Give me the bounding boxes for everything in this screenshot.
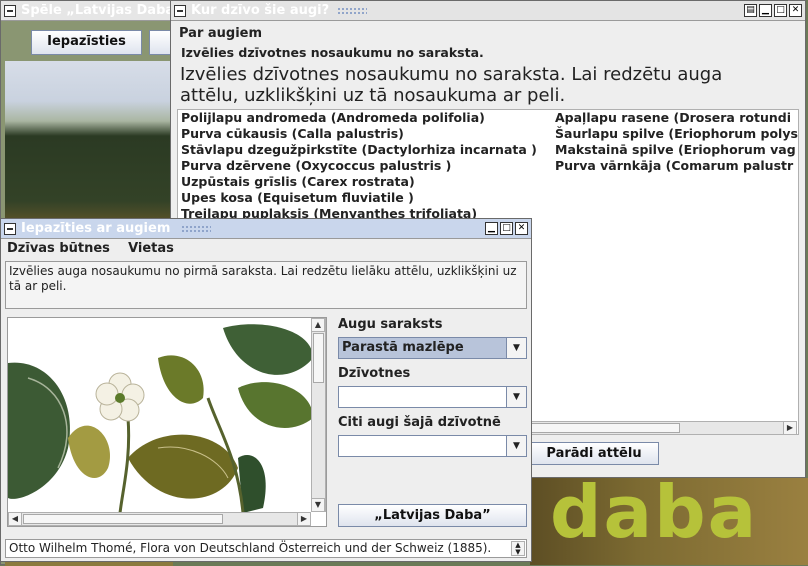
- flower-icon: [95, 372, 145, 422]
- list-item[interactable]: Purva cūkausis (Calla palustris): [181, 126, 537, 142]
- list-item[interactable]: Upes kosa (Equisetum fluviatile ): [181, 190, 537, 206]
- h-scroll-thumb[interactable]: [530, 423, 680, 433]
- v-scroll-thumb[interactable]: [313, 333, 324, 383]
- chevron-down-icon[interactable]: ▼: [506, 436, 526, 456]
- chevron-down-icon[interactable]: ▼: [506, 338, 526, 358]
- list-item[interactable]: Apaļlapu rasene (Drosera rotundi: [555, 110, 799, 126]
- plant-list-label: Augu saraksts: [338, 317, 443, 332]
- caption-spinner-icon[interactable]: ▲ ▼: [511, 541, 525, 556]
- game-window-title: Spēle „Latvijas Daba": [21, 3, 181, 18]
- maximize-icon[interactable]: □: [774, 4, 787, 17]
- list-item[interactable]: Polijlapu andromeda (Andromeda polifolia…: [181, 110, 537, 126]
- list-item[interactable]: Makstainā spilve (Eriophorum vag: [555, 142, 799, 158]
- image-h-scrollbar[interactable]: ◀ ▶: [8, 512, 311, 526]
- hint-small: Izvēlies dzīvotnes nosaukumu no saraksta…: [181, 45, 484, 60]
- plants-menubar: Dzīvas būtnes Vietas: [1, 240, 531, 258]
- scroll-right-arrow-icon[interactable]: ▶: [297, 512, 311, 526]
- menu-dzivas-butnes[interactable]: Dzīvas būtnes: [7, 240, 110, 258]
- habitat-titlebar: Kur dzīvo šie augi? ▤ ▁ □ ✕: [171, 1, 805, 21]
- habitat-window-title: Kur dzīvo šie augi?: [191, 3, 330, 18]
- habitat-h-scrollbar[interactable]: ▶: [529, 421, 797, 435]
- caption-bar: Otto Wilhelm Thomé, Flora von Deutschlan…: [5, 539, 527, 558]
- instruction-box: Izvēlies auga nosaukumu no pirmā sarakst…: [5, 261, 527, 309]
- close-icon[interactable]: ✕: [789, 4, 802, 17]
- scroll-right-arrow-icon[interactable]: ▶: [783, 421, 797, 435]
- window-menu-icon[interactable]: [4, 5, 16, 17]
- maximize-icon[interactable]: □: [500, 222, 513, 235]
- window-menu-icon[interactable]: [174, 5, 186, 17]
- other-plants-combo[interactable]: ▼: [338, 435, 527, 457]
- minimize-icon[interactable]: ▁: [485, 222, 498, 235]
- list-item[interactable]: Uzpūstais grīslis (Carex rostrata): [181, 174, 537, 190]
- scroll-down-arrow-icon[interactable]: ▼: [311, 498, 325, 512]
- close-icon[interactable]: ✕: [515, 222, 528, 235]
- latvijas-daba-wordmark: daba: [530, 470, 808, 565]
- menu-vietas[interactable]: Vietas: [128, 240, 174, 258]
- habitat-label: Dzīvotnes: [338, 366, 411, 381]
- tab-par-augiem[interactable]: Par augiem: [179, 26, 262, 41]
- window-menu-icon[interactable]: [4, 223, 16, 235]
- show-image-button[interactable]: Parādi attēlu: [529, 442, 659, 465]
- plant-list-column-2: Apaļlapu rasene (Drosera rotundi Šaurlap…: [555, 110, 799, 174]
- plant-list-combo[interactable]: Parastā mazlēpe ▼: [338, 337, 527, 359]
- latvijas-daba-button[interactable]: „Latvijas Daba”: [338, 504, 527, 527]
- list-item[interactable]: Stāvlapu dzegužpirkstīte (Dactylorhiza i…: [181, 142, 537, 158]
- plant-illustration[interactable]: [8, 318, 313, 514]
- collapse-icon[interactable]: ▤: [744, 4, 757, 17]
- chevron-down-icon[interactable]: ▼: [506, 387, 526, 407]
- image-v-scrollbar[interactable]: ▲ ▼: [311, 318, 326, 512]
- plants-titlebar: Iepazīties ar augiem ▁ □ ✕: [1, 219, 531, 239]
- other-plants-label: Citi augi šajā dzīvotnē: [338, 415, 501, 430]
- habitat-combo[interactable]: ▼: [338, 386, 527, 408]
- iepazisties-button[interactable]: Iepazīsties: [31, 30, 142, 55]
- instruction-text: Izvēlies auga nosaukumu no pirmā sarakst…: [9, 264, 517, 293]
- title-grip-icon: [181, 225, 211, 234]
- scroll-left-arrow-icon[interactable]: ◀: [8, 512, 22, 526]
- list-item[interactable]: Purva dzērvene (Oxycoccus palustris ): [181, 158, 537, 174]
- plants-window: Iepazīties ar augiem ▁ □ ✕ Dzīvas būtnes…: [0, 218, 532, 562]
- list-item[interactable]: Šaurlapu spilve (Eriophorum polys: [555, 126, 799, 142]
- plants-window-title: Iepazīties ar augiem: [21, 221, 171, 236]
- minimize-icon[interactable]: ▁: [759, 4, 772, 17]
- plant-list-column-1: Polijlapu andromeda (Andromeda polifolia…: [181, 110, 537, 222]
- image-caption: Otto Wilhelm Thomé, Flora von Deutschlan…: [9, 541, 492, 555]
- list-item[interactable]: Purva vārnkāja (Comarum palustr: [555, 158, 799, 174]
- h-scroll-thumb[interactable]: [23, 514, 223, 524]
- hint-large: Izvēlies dzīvotnes nosaukumu no saraksta…: [180, 64, 723, 106]
- scroll-up-arrow-icon[interactable]: ▲: [311, 318, 325, 332]
- game-titlebar: Spēle „Latvijas Daba": [1, 1, 181, 21]
- plant-image-panel[interactable]: [7, 317, 327, 527]
- wordmark-text: daba: [550, 470, 759, 554]
- plant-list-value: Parastā mazlēpe: [342, 340, 464, 355]
- title-grip-icon: [337, 7, 367, 16]
